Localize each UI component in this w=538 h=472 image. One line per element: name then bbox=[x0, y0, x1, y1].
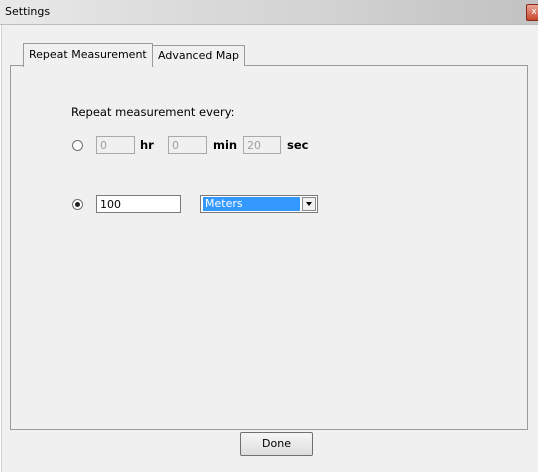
window-title: Settings bbox=[5, 5, 51, 18]
close-button[interactable]: x bbox=[526, 4, 538, 21]
repeat-label: Repeat measurement every: bbox=[71, 105, 235, 119]
radio-selected-dot bbox=[75, 202, 80, 207]
minutes-field[interactable]: 0 bbox=[168, 136, 207, 154]
tab-panel: Repeat measurement every: 0 hr 0 min 20 … bbox=[10, 65, 528, 430]
seconds-field[interactable]: 20 bbox=[243, 136, 281, 154]
dialog-body: Repeat Measurement Advanced Map Repeat m… bbox=[1, 25, 538, 472]
done-button[interactable]: Done bbox=[240, 432, 313, 456]
distance-interval-radio[interactable] bbox=[72, 199, 83, 210]
tab-advanced-map[interactable]: Advanced Map bbox=[152, 45, 246, 66]
tab-repeat-measurement[interactable]: Repeat Measurement bbox=[23, 43, 153, 67]
distance-unit-value: Meters bbox=[203, 197, 300, 211]
hours-unit-label: hr bbox=[140, 138, 154, 152]
time-interval-radio[interactable] bbox=[72, 140, 83, 151]
tab-label: Advanced Map bbox=[158, 49, 240, 62]
tab-label: Repeat Measurement bbox=[29, 48, 147, 61]
hours-field[interactable]: 0 bbox=[96, 136, 135, 154]
distance-unit-select[interactable]: Meters bbox=[200, 195, 318, 213]
close-icon: x bbox=[531, 7, 537, 17]
seconds-unit-label: sec bbox=[287, 138, 309, 152]
chevron-down-icon[interactable] bbox=[302, 197, 316, 211]
minutes-unit-label: min bbox=[213, 138, 238, 152]
title-bar: Settings x bbox=[0, 0, 538, 25]
distance-field[interactable]: 100 bbox=[96, 195, 181, 213]
